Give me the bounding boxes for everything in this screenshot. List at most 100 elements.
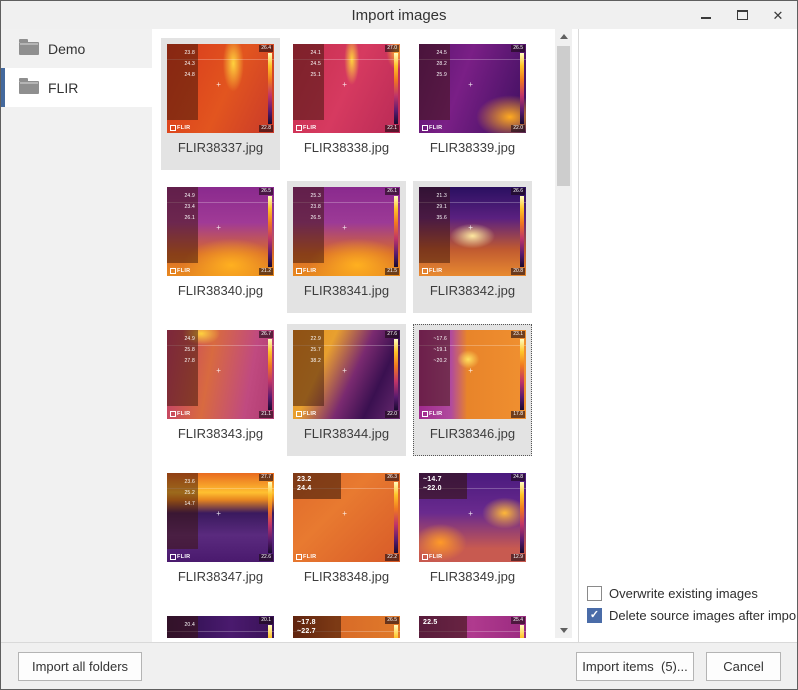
image-cell[interactable]: + 24.124.525.1 27.0 22.1 FLIR FLIR38338.… [287, 38, 406, 170]
measurement-value: 27.8 [167, 359, 195, 364]
check-icon: ✓ [590, 610, 599, 621]
measurement-panel: 22.5 [419, 616, 467, 638]
scroll-down-button[interactable] [555, 623, 572, 638]
image-cell[interactable]: + 20.4 20.1 FLIR [161, 610, 280, 638]
checkbox[interactable]: ✓ [587, 586, 602, 601]
thermal-thumbnail[interactable]: + 24.528.225.9 26.5 22.0 FLIR [419, 44, 526, 133]
image-cell[interactable]: + ~14.7~22.0 24.8 12.9 FLIR FLIR38349.jp… [413, 467, 532, 599]
image-cell[interactable]: + 23.625.214.7 27.7 22.6 FLIR FLIR38347.… [161, 467, 280, 599]
image-filename: FLIR38343.jpg [161, 426, 280, 441]
scale-max-label: 26.4 [259, 45, 273, 52]
thermal-thumbnail[interactable]: + 22.925.738.2 27.6 22.0 FLIR [293, 330, 400, 419]
measurement-value: 20.4 [167, 623, 195, 628]
scale-min-label: 22.1 [385, 125, 399, 132]
thermal-thumbnail[interactable]: + 23.824.324.8 26.4 22.8 FLIR [167, 44, 274, 133]
image-cell[interactable]: + 24.528.225.9 26.5 22.0 FLIR FLIR38339.… [413, 38, 532, 170]
thermal-thumbnail[interactable]: + 21.329.135.6 26.6 20.8 FLIR [419, 187, 526, 276]
temperature-scale-bar [520, 339, 524, 410]
checkbox[interactable]: ✓ [587, 608, 602, 623]
thermal-thumbnail[interactable]: + 24.923.426.1 26.5 21.2 FLIR [167, 187, 274, 276]
temperature-scale-bar [394, 196, 398, 267]
image-cell[interactable]: + 22.5 25.4 FLIR [413, 610, 532, 638]
measurement-value: 25.2 [167, 491, 195, 496]
close-button[interactable]: ✕ [767, 4, 789, 26]
crosshair-marker: + [342, 367, 347, 375]
thermal-thumbnail[interactable]: + ~17.6~19.1~20.2 23.1 17.8 FLIR [419, 330, 526, 419]
crosshair-marker: + [342, 81, 347, 89]
crosshair-marker: + [216, 224, 221, 232]
folder-icon [19, 42, 39, 55]
image-cell[interactable]: + 21.329.135.6 26.6 20.8 FLIR FLIR38342.… [413, 181, 532, 313]
import-items-button[interactable]: Import items (5)... [576, 652, 694, 681]
sidebar-item-demo[interactable]: Demo [1, 29, 152, 68]
flir-logo: FLIR [422, 554, 442, 560]
image-cell[interactable]: + 22.925.738.2 27.6 22.0 FLIR FLIR38344.… [287, 324, 406, 456]
crosshair-marker: + [216, 510, 221, 518]
measurement-panel: 24.923.426.1 [167, 187, 198, 263]
cancel-button[interactable]: Cancel [706, 652, 781, 681]
import-images-dialog: Import images ✕ Demo FLIR + 23.824.324.8… [0, 0, 798, 690]
measurement-value: ~17.6 [419, 337, 447, 342]
image-filename: FLIR38342.jpg [413, 283, 532, 298]
folder-icon [19, 81, 39, 94]
measurement-panel: ~17.8~22.7 [293, 616, 341, 638]
option-delete-source-images-after-import[interactable]: ✓ Delete source images after import [587, 608, 798, 623]
maximize-button[interactable] [731, 4, 753, 26]
thermal-thumbnail[interactable]: + 24.124.525.1 27.0 22.1 FLIR [293, 44, 400, 133]
thermal-thumbnail[interactable]: + 24.925.827.8 26.7 21.1 FLIR [167, 330, 274, 419]
thermal-thumbnail[interactable]: + 22.5 25.4 FLIR [419, 616, 526, 638]
thermal-thumbnail[interactable]: + 23.224.4 26.3 22.2 FLIR [293, 473, 400, 562]
minimize-button[interactable] [695, 4, 717, 26]
measurement-value: 24.9 [167, 337, 195, 342]
image-filename: FLIR38348.jpg [287, 569, 406, 584]
image-cell[interactable]: + 23.824.324.8 26.4 22.8 FLIR FLIR38337.… [161, 38, 280, 170]
measurement-value: 29.1 [419, 205, 447, 210]
thermal-thumbnail[interactable]: + ~17.8~22.7 26.5 FLIR [293, 616, 400, 638]
image-cell[interactable]: + 24.925.827.8 26.7 21.1 FLIR FLIR38343.… [161, 324, 280, 456]
measurement-value: 24.4 [297, 485, 341, 492]
temperature-scale-bar [520, 53, 524, 124]
image-cell[interactable]: + 25.323.826.5 26.1 21.5 FLIR FLIR38341.… [287, 181, 406, 313]
image-filename: FLIR38337.jpg [161, 140, 280, 155]
thermal-thumbnail[interactable]: + ~14.7~22.0 24.8 12.9 FLIR [419, 473, 526, 562]
temperature-scale-bar [520, 482, 524, 553]
scroll-up-button[interactable] [555, 29, 572, 44]
measurement-value: 24.5 [293, 62, 321, 67]
image-cell[interactable]: + ~17.6~19.1~20.2 23.1 17.8 FLIR FLIR383… [413, 324, 532, 456]
scale-min-label: 21.2 [259, 268, 273, 275]
measurement-value: 24.9 [167, 194, 195, 199]
image-filename: FLIR38344.jpg [287, 426, 406, 441]
folder-label: Demo [48, 41, 85, 57]
image-cell[interactable]: + ~17.8~22.7 26.5 FLIR [287, 610, 406, 638]
scale-max-label: 26.5 [259, 188, 273, 195]
scale-max-label: 27.7 [259, 474, 273, 481]
thermal-thumbnail[interactable]: + 20.4 20.1 FLIR [167, 616, 274, 638]
temperature-scale-bar [268, 196, 272, 267]
thermal-thumbnail[interactable]: + 25.323.826.5 26.1 21.5 FLIR [293, 187, 400, 276]
scale-max-label: 26.6 [511, 188, 525, 195]
options-panel: ✓ Overwrite existing images ✓ Delete sou… [578, 29, 798, 642]
scrollbar-thumb[interactable] [557, 46, 570, 186]
measurement-value: 24.3 [167, 62, 195, 67]
scale-max-label: 26.7 [259, 331, 273, 338]
measurement-value: 28.2 [419, 62, 447, 67]
scrollbar[interactable] [555, 29, 572, 638]
crosshair-marker: + [468, 224, 473, 232]
measurement-value: ~20.2 [419, 359, 447, 364]
measurement-value: 22.9 [293, 337, 321, 342]
image-cell[interactable]: + 24.923.426.1 26.5 21.2 FLIR FLIR38340.… [161, 181, 280, 313]
crosshair-marker: + [342, 510, 347, 518]
thermal-thumbnail[interactable]: + 23.625.214.7 27.7 22.6 FLIR [167, 473, 274, 562]
option-overwrite-existing-images[interactable]: ✓ Overwrite existing images [587, 586, 798, 601]
scale-min-label: 12.9 [511, 554, 525, 561]
image-cell[interactable]: + 23.224.4 26.3 22.2 FLIR FLIR38348.jpg [287, 467, 406, 599]
measurement-value: 26.1 [167, 216, 195, 221]
sidebar-item-flir[interactable]: FLIR [1, 68, 152, 107]
temperature-scale-bar [268, 625, 272, 638]
scale-min-label: 17.8 [511, 411, 525, 418]
scale-min-label: 22.8 [259, 125, 273, 132]
flir-logo: FLIR [296, 125, 316, 131]
scale-max-label: 25.4 [511, 617, 525, 624]
import-all-folders-button[interactable]: Import all folders [18, 652, 142, 681]
measurement-value: 23.2 [297, 476, 341, 483]
